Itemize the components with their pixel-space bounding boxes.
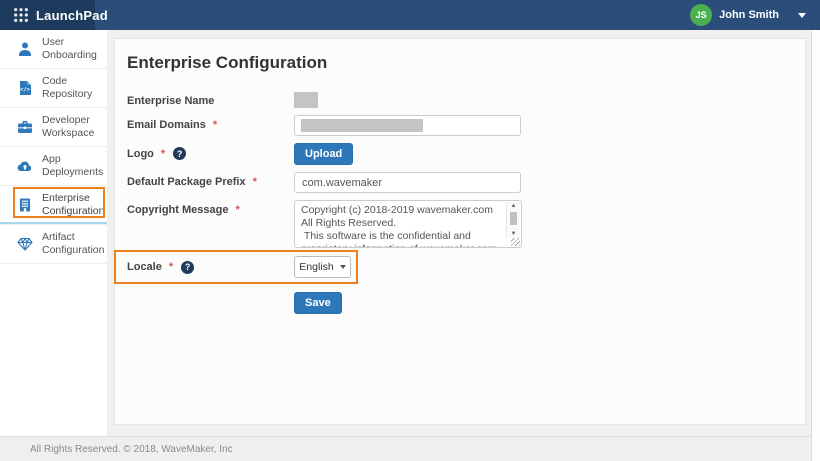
active-item-underline xyxy=(0,222,107,224)
sidebar-item-developer-workspace[interactable]: Developer Workspace xyxy=(0,108,107,147)
page-title: Enterprise Configuration xyxy=(127,53,793,73)
sidebar-item-label: Code Repository xyxy=(42,75,106,101)
email-domains-value-redacted xyxy=(301,119,423,132)
enterprise-name-label: Enterprise Name xyxy=(127,91,294,107)
apps-grid-icon xyxy=(13,7,29,23)
sidebar-item-label: App Deployments xyxy=(42,153,106,179)
brand-area[interactable]: LaunchPad xyxy=(0,0,95,30)
locale-select[interactable]: English xyxy=(294,256,351,278)
copyright-textarea[interactable]: Copyright (c) 2018-2019 wavemaker.com Al… xyxy=(294,200,522,248)
sidebar-item-app-deployments[interactable]: App Deployments xyxy=(0,147,107,186)
scroll-down-icon[interactable]: ▼ xyxy=(511,230,517,238)
top-header: LaunchPad JS John Smith xyxy=(0,0,820,30)
upload-button[interactable]: Upload xyxy=(294,143,353,165)
save-row: Save xyxy=(294,292,793,314)
footer-copyright-text: All Rights Reserved. © 2018, WaveMaker, … xyxy=(0,444,233,455)
enterprise-configuration-panel: Enterprise Configuration Enterprise Name… xyxy=(114,38,806,425)
page-scrollbar[interactable] xyxy=(811,30,820,461)
logo-help-icon[interactable]: ? xyxy=(173,147,186,160)
svg-text:</>: </> xyxy=(20,87,31,93)
sidebar-item-code-repository[interactable]: </> Code Repository xyxy=(0,69,107,108)
locale-selected-value: English xyxy=(299,261,333,273)
enterprise-name-row: Enterprise Name xyxy=(127,91,793,108)
user-icon xyxy=(17,41,33,57)
scrollbar-thumb[interactable] xyxy=(510,212,517,225)
resize-grip-icon[interactable] xyxy=(511,238,520,246)
sidebar-item-user-onboarding[interactable]: User Onboarding xyxy=(0,30,107,69)
diamond-icon xyxy=(17,236,33,252)
enterprise-name-value-redacted xyxy=(294,92,318,108)
user-name: John Smith xyxy=(719,9,779,21)
email-domains-field-wrap xyxy=(294,115,521,136)
copyright-row: Copyright Message* Copyright (c) 2018-20… xyxy=(127,200,793,248)
package-prefix-row: Default Package Prefix* xyxy=(127,172,793,193)
logo-row: Logo* ? Upload xyxy=(127,143,793,165)
locale-row-annotation: Locale* ? English xyxy=(114,250,358,284)
chevron-down-icon[interactable] xyxy=(798,13,806,18)
sidebar-item-label: Developer Workspace xyxy=(42,114,106,140)
scroll-up-icon[interactable]: ▲ xyxy=(511,202,517,210)
copyright-text: Copyright (c) 2018-2019 wavemaker.com Al… xyxy=(301,204,505,247)
locale-label: Locale* ? xyxy=(127,261,294,274)
logo-label: Logo* ? xyxy=(127,143,294,160)
footer: All Rights Reserved. © 2018, WaveMaker, … xyxy=(0,436,820,461)
package-prefix-label: Default Package Prefix* xyxy=(127,172,294,188)
user-menu[interactable]: JS John Smith xyxy=(690,4,820,26)
sidebar-item-label: User Onboarding xyxy=(42,36,106,62)
sidebar-item-enterprise-configuration[interactable]: Enterprise Configuration xyxy=(0,186,107,225)
textarea-scrollbar[interactable]: ▲ ▼ xyxy=(506,202,520,238)
email-domains-row: Email Domains* xyxy=(127,115,793,136)
email-domains-label: Email Domains* xyxy=(127,115,294,131)
save-button[interactable]: Save xyxy=(294,292,342,314)
cloud-upload-icon xyxy=(17,158,33,174)
locale-help-icon[interactable]: ? xyxy=(181,261,194,274)
sidebar-item-label: Artifact Configuration xyxy=(42,231,106,257)
building-icon xyxy=(17,197,33,213)
sidebar-item-artifact-configuration[interactable]: Artifact Configuration xyxy=(0,225,107,264)
brand-title: LaunchPad xyxy=(36,8,108,23)
sidebar-item-label: Enterprise Configuration xyxy=(42,192,106,218)
briefcase-icon xyxy=(17,119,33,135)
package-prefix-input[interactable] xyxy=(294,172,521,193)
code-file-icon: </> xyxy=(17,80,33,96)
copyright-label: Copyright Message* xyxy=(127,200,294,216)
select-caret-icon xyxy=(340,265,346,269)
sidebar: User Onboarding </> Code Repository Deve… xyxy=(0,30,107,437)
avatar[interactable]: JS xyxy=(690,4,712,26)
